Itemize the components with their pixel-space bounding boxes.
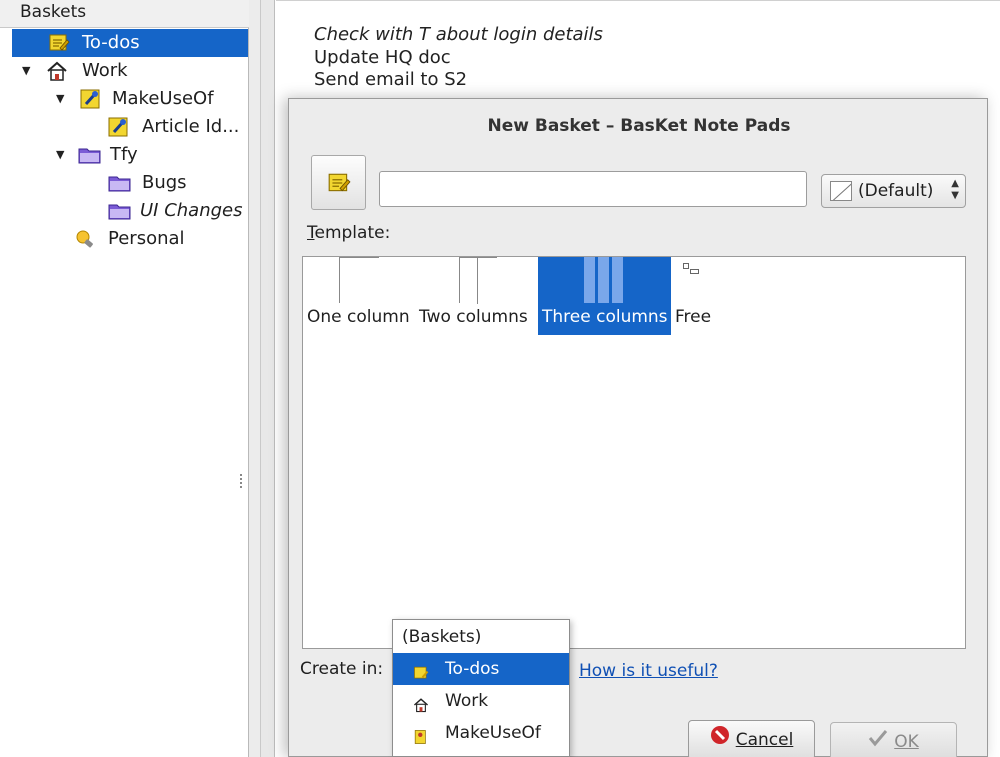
template-one-column[interactable]: One column [303, 257, 415, 335]
folder-icon [108, 200, 131, 222]
dropdown-item-makeuseof[interactable]: MakeUseOf [393, 717, 569, 749]
dropdown-item-todos[interactable]: To-dos [393, 653, 569, 685]
template-name: One column [307, 307, 410, 327]
pin-note-icon [80, 88, 102, 110]
folder-icon [108, 172, 131, 194]
create-in-dropdown[interactable]: (Baskets) To-dos Work MakeUseOf [392, 619, 570, 757]
note-item[interactable]: Check with T about login details [314, 24, 603, 45]
ok-button[interactable]: OK [830, 722, 957, 757]
expand-arrow-icon[interactable]: ▼ [56, 141, 70, 169]
basket-margin [261, 0, 275, 757]
expand-arrow-icon[interactable]: ▼ [22, 57, 36, 85]
tree-item-label: Article Id... [142, 116, 240, 137]
template-free[interactable]: Free [675, 257, 719, 335]
expand-arrow-icon[interactable]: ▼ [56, 85, 70, 113]
tree-item-label: Personal [108, 228, 185, 249]
notepad-icon [327, 171, 351, 200]
tree-item-label: Bugs [142, 172, 187, 193]
lightbulb-icon [74, 228, 96, 250]
cancel-button[interactable]: Cancel [688, 720, 815, 757]
tree-item-label: MakeUseOf [112, 88, 214, 109]
tree-item-tfy[interactable]: ▼ Tfy [56, 141, 248, 169]
template-two-columns[interactable]: Two columns [419, 257, 537, 335]
pin-note-icon [108, 116, 130, 138]
create-in-label: Create in: [300, 659, 384, 679]
template-name: Three columns [542, 307, 668, 327]
tree-item-label: UI Changes [140, 200, 243, 221]
tree-item-bugs[interactable]: Bugs [108, 169, 248, 197]
color-select-value: (Default) [858, 181, 934, 201]
folder-icon [78, 144, 101, 166]
template-list[interactable]: One column Two columns Three columns Fre… [302, 256, 966, 649]
three-columns-preview-icon [584, 257, 624, 303]
checkmark-icon [868, 723, 888, 757]
splitter-grip-icon[interactable] [240, 474, 246, 488]
note-item[interactable]: Update HQ doc [314, 47, 451, 68]
dialog-title: New Basket – BasKet Note Pads [487, 116, 791, 136]
dropdown-item-baskets[interactable]: (Baskets) [393, 621, 569, 653]
template-name: Two columns [419, 307, 528, 327]
tree-item-label: Tfy [110, 144, 138, 165]
tree-item-todos[interactable]: To-dos [12, 29, 248, 57]
panel-splitter[interactable] [249, 0, 261, 757]
tree-header: Baskets [0, 0, 249, 28]
template-three-columns[interactable]: Three columns [538, 257, 671, 335]
tree-item-personal[interactable]: Personal [74, 225, 248, 253]
dropdown-item-work[interactable]: Work [393, 685, 569, 717]
help-link[interactable]: How is it useful? [579, 661, 718, 681]
pin-note-icon [413, 724, 429, 744]
home-icon [413, 692, 429, 713]
notepad-icon [413, 660, 429, 679]
template-name: Free [675, 307, 712, 327]
tree-item-makeuseof[interactable]: ▼ MakeUseOf [56, 85, 248, 113]
color-swatch [830, 181, 852, 201]
tree-item-ui-changes[interactable]: UI Changes [108, 197, 248, 225]
free-layout-preview-icon [679, 257, 709, 303]
tree-item-label: To-dos [82, 32, 140, 53]
notepad-icon [48, 32, 70, 54]
tree-item-label: Work [82, 60, 128, 81]
note-item[interactable]: Send email to S2 [314, 69, 467, 90]
tree-item-article-ideas[interactable]: Article Id... [108, 113, 248, 141]
home-icon [46, 60, 68, 82]
color-select[interactable]: (Default) ▲ ▼ [821, 174, 966, 208]
baskets-tree: Baskets To-dos ▼ Work ▼ MakeUseOf Articl… [0, 0, 249, 757]
two-columns-preview-icon [459, 257, 497, 304]
cancel-icon [710, 721, 730, 757]
spin-arrows-icon: ▲ ▼ [951, 178, 959, 201]
basket-name-input[interactable] [379, 171, 807, 207]
cancel-label: Cancel [735, 730, 794, 750]
tree-item-work[interactable]: ▼ Work [22, 57, 248, 85]
one-column-preview-icon [339, 257, 379, 303]
ok-label: OK [894, 732, 919, 752]
template-label: Template: [307, 223, 391, 243]
basket-icon-button[interactable] [311, 155, 366, 210]
